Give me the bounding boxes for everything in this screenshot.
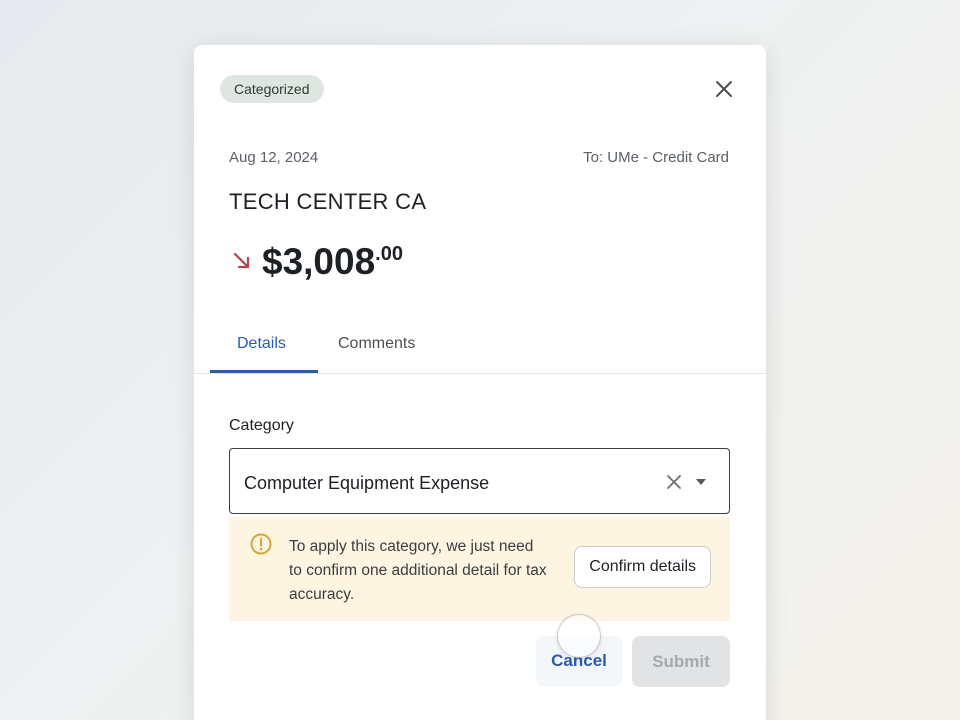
arrow-down-right-icon <box>233 252 250 269</box>
chevron-down-icon[interactable] <box>695 478 707 486</box>
tab-comments[interactable]: Comments <box>338 335 415 353</box>
status-badge: Categorized <box>220 75 324 103</box>
warning-icon <box>250 533 272 555</box>
transaction-date: Aug 12, 2024 <box>229 149 319 166</box>
tax-notice: To apply this category, we just need to … <box>229 517 730 621</box>
amount-whole: $3,008 <box>262 241 376 282</box>
transaction-dialog: Categorized Aug 12, 2024 To: UMe - Credi… <box>194 45 766 720</box>
notice-text: To apply this category, we just need to … <box>289 538 547 603</box>
clear-icon[interactable] <box>665 473 683 491</box>
tab-details[interactable]: Details <box>237 335 286 353</box>
category-value: Computer Equipment Expense <box>244 473 490 493</box>
category-label: Category <box>229 417 294 434</box>
confirm-details-button[interactable]: Confirm details <box>574 546 711 588</box>
destination-account: To: UMe - Credit Card <box>583 149 729 166</box>
amount-cents: .00 <box>375 243 403 265</box>
merchant-name: TECH CENTER CA <box>229 189 427 214</box>
cancel-button[interactable]: Cancel <box>536 636 622 686</box>
category-select[interactable]: Computer Equipment Expense <box>229 448 730 514</box>
tab-bar: Details Comments <box>194 315 766 374</box>
close-button[interactable] <box>710 75 738 103</box>
close-icon <box>716 81 732 97</box>
submit-button[interactable]: Submit <box>632 636 730 687</box>
transaction-amount: $3,008 .00 <box>232 241 403 283</box>
active-tab-indicator <box>210 370 318 373</box>
